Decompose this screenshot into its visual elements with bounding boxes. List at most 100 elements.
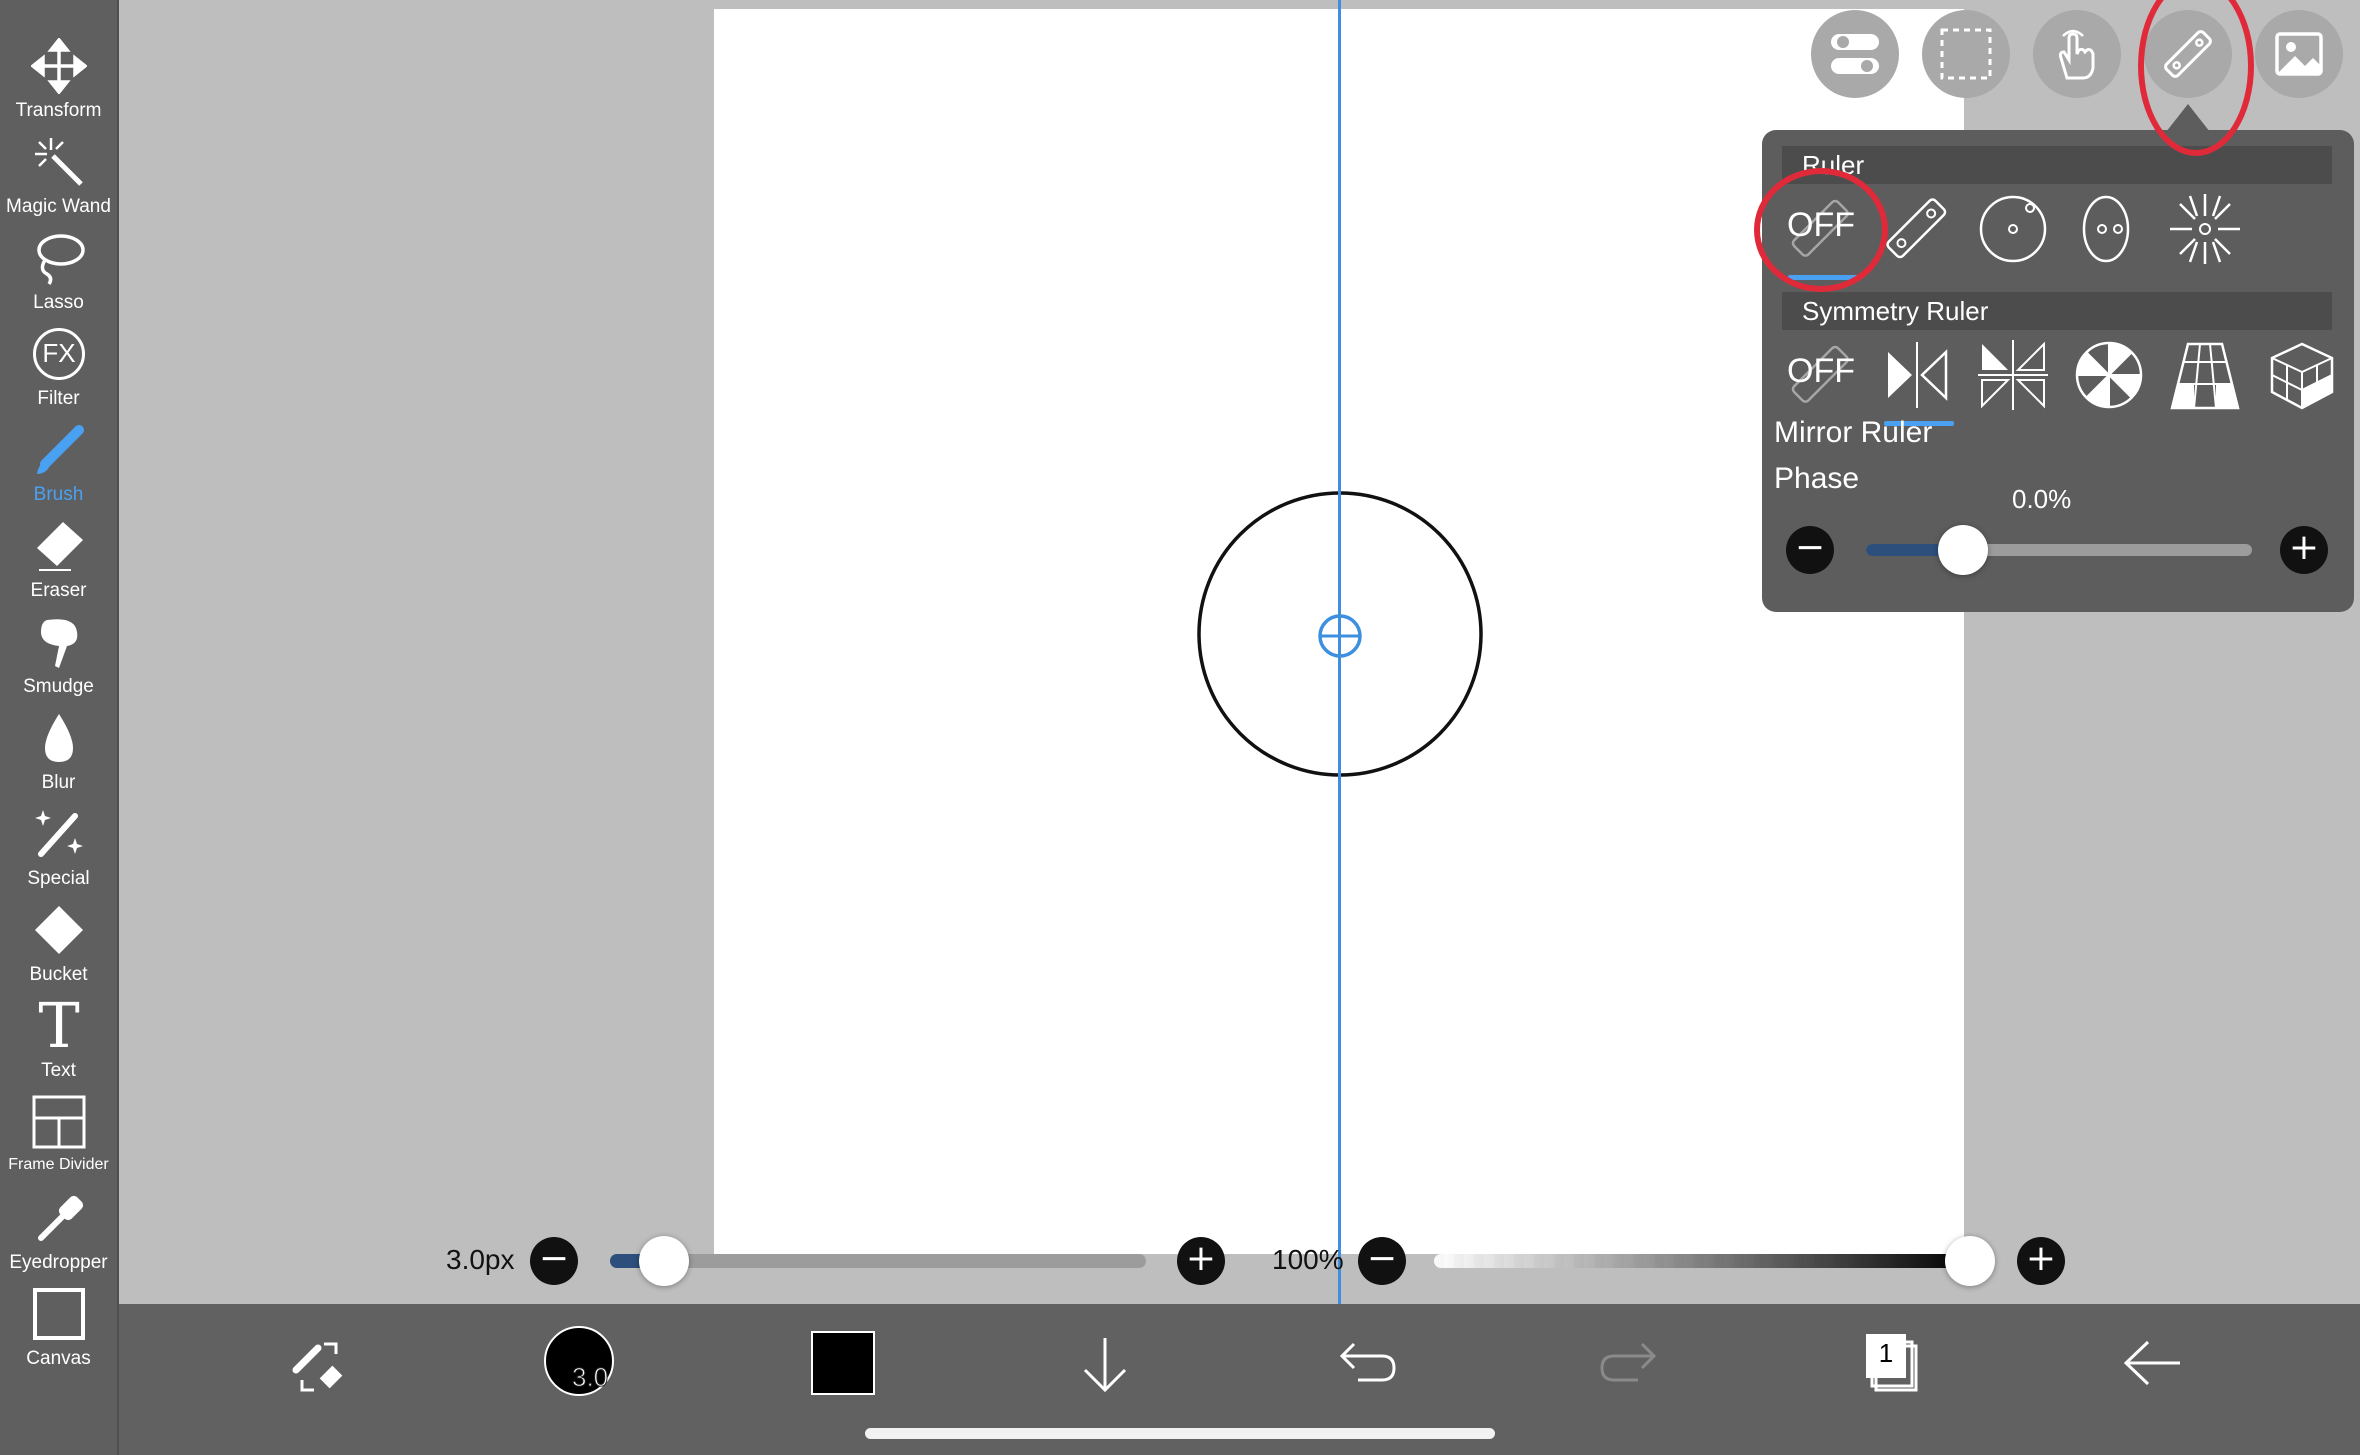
ruler-straight-option[interactable] bbox=[1878, 190, 1956, 268]
tool-label: Frame Divider bbox=[8, 1156, 109, 1173]
ruler-off-option[interactable]: OFF bbox=[1782, 190, 1860, 280]
tool-label: Brush bbox=[33, 484, 84, 505]
tool-label: Lasso bbox=[33, 292, 84, 313]
tool-label: Text bbox=[41, 1060, 76, 1081]
phase-label: Phase bbox=[1774, 462, 1860, 495]
tool-label: Eraser bbox=[30, 580, 87, 601]
ruler-ellipse-option[interactable] bbox=[2070, 190, 2148, 268]
fx-glyph: FX bbox=[42, 338, 76, 368]
layer-count: 1 bbox=[1878, 1338, 1894, 1368]
tool-label: Eyedropper bbox=[9, 1252, 108, 1273]
brush-size-indicator[interactable]: 3.0 bbox=[536, 1318, 626, 1408]
brush-size-slider-track[interactable] bbox=[610, 1254, 1146, 1268]
dashed-selection-icon bbox=[1940, 28, 1992, 80]
symmetry-off-text: OFF bbox=[1787, 352, 1855, 390]
current-color-swatch bbox=[811, 1331, 875, 1395]
undo-icon bbox=[1339, 1342, 1396, 1382]
redo-button[interactable] bbox=[1584, 1318, 1674, 1408]
canvas-square-icon bbox=[33, 1288, 85, 1340]
tool-brush[interactable]: Brush bbox=[0, 422, 117, 518]
sparkle-pen-icon bbox=[35, 810, 83, 857]
image-button[interactable] bbox=[2255, 10, 2343, 98]
minus-glyph: − bbox=[1366, 1238, 1398, 1279]
settings-toggle-button[interactable] bbox=[1811, 10, 1899, 98]
ruler-section-header: Ruler bbox=[1782, 146, 2332, 184]
redo-icon bbox=[1600, 1342, 1657, 1382]
selection-button[interactable] bbox=[1922, 10, 2010, 98]
tool-label: Magic Wand bbox=[6, 196, 111, 217]
mirror-ruler-handle[interactable] bbox=[1316, 612, 1364, 660]
mirror-ruler-line[interactable] bbox=[1338, 0, 1341, 1455]
left-toolbar: Transform Magic Wand Lasso FX Filter Bru… bbox=[0, 0, 119, 1455]
tool-label: Smudge bbox=[23, 676, 94, 697]
rotation-symmetry-icon bbox=[2075, 341, 2143, 409]
frame-divider-icon bbox=[32, 1095, 86, 1149]
brush-size-indicator-text: 3.0 bbox=[571, 1362, 609, 1393]
arrow-down-icon bbox=[1083, 1338, 1127, 1393]
symmetry-off-option[interactable]: OFF bbox=[1782, 336, 1860, 414]
bucket-icon bbox=[35, 906, 83, 954]
opacity-slider-knob[interactable] bbox=[1945, 1236, 1995, 1286]
gesture-button[interactable] bbox=[2033, 10, 2121, 98]
symmetry-mirror-option[interactable] bbox=[1878, 336, 1956, 426]
symmetry-kaleidoscope-option[interactable] bbox=[1974, 336, 2052, 414]
tool-eyedropper[interactable]: Eyedropper bbox=[0, 1190, 117, 1286]
ruler-radial-option[interactable] bbox=[2166, 190, 2244, 268]
symmetry-perspective-option[interactable] bbox=[2166, 336, 2244, 414]
symmetry-rotation-option[interactable] bbox=[2070, 336, 2148, 414]
circle-ruler-icon bbox=[1979, 195, 2047, 263]
tool-blur[interactable]: Blur bbox=[0, 710, 117, 806]
layers-button[interactable]: 1 bbox=[1846, 1318, 1936, 1408]
brush-eraser-toggle-button[interactable] bbox=[274, 1318, 364, 1408]
ruler-circle-option[interactable] bbox=[1974, 190, 2052, 268]
brush-size-plus-button[interactable]: + bbox=[1177, 1237, 1225, 1285]
color-picker-button[interactable] bbox=[798, 1318, 888, 1408]
brush-size-slider-knob[interactable] bbox=[638, 1236, 689, 1286]
drop-icon bbox=[45, 714, 73, 762]
plus-glyph: + bbox=[2025, 1238, 2057, 1279]
phase-value: 0.0% bbox=[2012, 484, 2072, 514]
tool-filter[interactable]: FX Filter bbox=[0, 326, 117, 422]
tool-special[interactable]: Special bbox=[0, 806, 117, 902]
selected-underline bbox=[1788, 275, 1858, 280]
tool-magic-wand[interactable]: Magic Wand bbox=[0, 134, 117, 230]
tool-bucket[interactable]: Bucket bbox=[0, 902, 117, 998]
symmetry-3d-grid-option[interactable] bbox=[2262, 336, 2340, 414]
back-button[interactable] bbox=[2108, 1318, 2198, 1408]
tool-eraser[interactable]: Eraser bbox=[0, 518, 117, 614]
tool-smudge[interactable]: Smudge bbox=[0, 614, 117, 710]
arrow-left-icon bbox=[2123, 1340, 2180, 1386]
smudge-icon bbox=[41, 619, 78, 668]
lasso-icon bbox=[37, 234, 85, 285]
fx-icon: FX bbox=[33, 328, 85, 380]
undo-button[interactable] bbox=[1322, 1318, 1412, 1408]
tool-lasso[interactable]: Lasso bbox=[0, 230, 117, 326]
opacity-slider-track[interactable] bbox=[1434, 1254, 1972, 1268]
opacity-plus-button[interactable]: + bbox=[2017, 1237, 2065, 1285]
tool-transform[interactable]: Transform bbox=[0, 38, 117, 134]
opacity-minus-button[interactable]: − bbox=[1358, 1237, 1406, 1285]
minus-glyph: − bbox=[1794, 527, 1826, 568]
phase-slider-knob[interactable] bbox=[1937, 525, 1988, 575]
home-indicator bbox=[865, 1428, 1495, 1439]
eyedropper-icon bbox=[38, 1195, 84, 1241]
text-t-icon: T bbox=[31, 995, 87, 1057]
text-glyph: T bbox=[38, 989, 80, 1062]
tool-text[interactable]: T Text bbox=[0, 995, 117, 1094]
opacity-value: 100% bbox=[1272, 1244, 1344, 1275]
brush-swap-icon bbox=[292, 1342, 343, 1392]
ruler-button[interactable] bbox=[2144, 10, 2232, 98]
ruler-icon bbox=[2164, 30, 2212, 78]
tool-label: Transform bbox=[15, 100, 102, 121]
brush-size-minus-button[interactable]: − bbox=[530, 1237, 578, 1285]
phase-plus-button[interactable]: + bbox=[2280, 526, 2328, 574]
toggle-switch-icon bbox=[1831, 34, 1879, 74]
tool-label: Bucket bbox=[29, 964, 88, 985]
phase-minus-button[interactable]: − bbox=[1786, 526, 1834, 574]
tool-frame-divider[interactable]: Frame Divider bbox=[0, 1094, 117, 1190]
tool-canvas[interactable]: Canvas bbox=[0, 1286, 117, 1382]
download-button[interactable] bbox=[1060, 1318, 1150, 1408]
panel-pointer bbox=[2166, 104, 2210, 132]
image-icon bbox=[2275, 32, 2323, 76]
mirror-ruler-icon bbox=[1888, 342, 1948, 408]
